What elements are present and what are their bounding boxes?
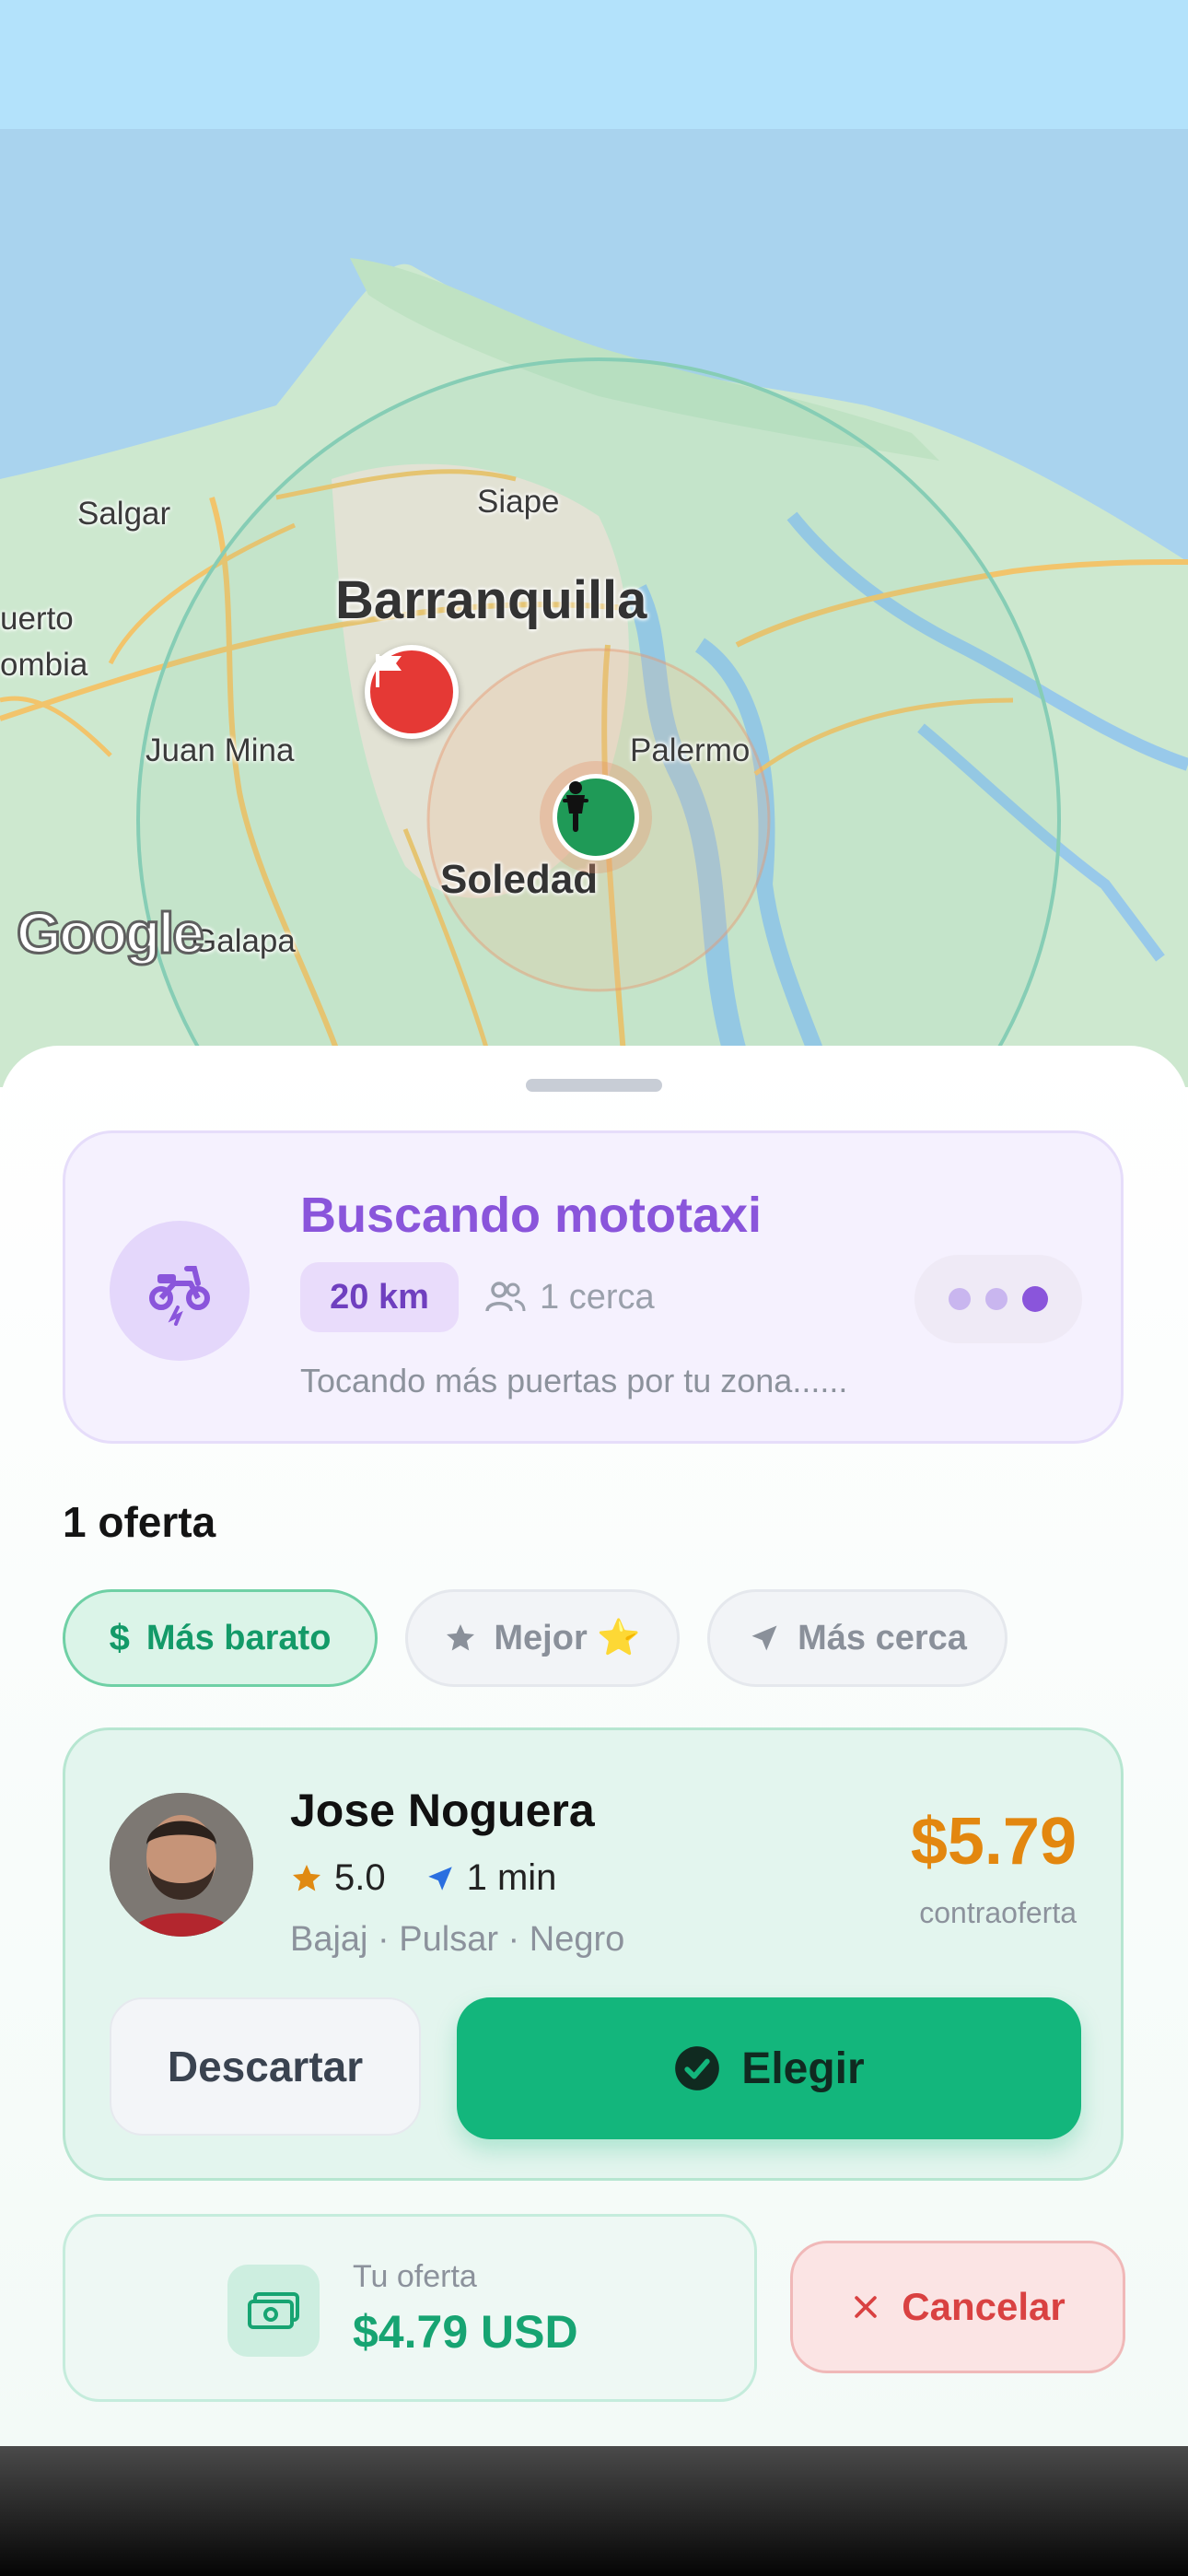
scooter-icon-circle [110,1221,250,1361]
navigation-icon [427,1866,452,1891]
filter-cheapest[interactable]: $ Más barato [63,1589,378,1687]
map-label-galapa: Galapa [192,923,296,959]
motorcycle-location-pin[interactable] [553,774,639,861]
offer-card[interactable]: Jose Noguera 5.0 1 min Bajaj · Pulsar · … [63,1727,1124,2181]
driver-avatar [110,1793,253,1937]
cancel-label: Cancelar [902,2285,1066,2328]
search-status-card: Buscando mototaxi 20 km 1 cerca Tocando … [63,1130,1124,1444]
users-icon [485,1282,526,1312]
loading-dots [914,1255,1082,1343]
navigation-icon [751,1625,777,1651]
close-icon [855,2296,878,2318]
filter-closest-label: Más cerca [798,1618,967,1657]
filter-best-label: Mejor ⭐ [494,1619,641,1657]
drag-handle[interactable] [526,1079,662,1092]
system-navigation-bar [0,2446,1188,2576]
loading-dot-active [1022,1286,1048,1312]
driver-photo [110,1793,253,1937]
my-offer-card[interactable]: Tu oferta $4.79 USD [63,2214,757,2402]
choose-button[interactable]: Elegir [457,1997,1081,2139]
loading-dot [949,1288,971,1310]
cancel-button[interactable]: Cancelar [790,2241,1125,2373]
offer-price-note: contraoferta [919,1896,1077,1929]
map-label-siape: Siape [477,484,560,520]
offers-count: 1 oferta [63,1498,216,1546]
star-icon [293,1864,320,1891]
driver-name: Jose Noguera [290,1785,595,1836]
driver-stats: 5.0 1 min [290,1857,556,1899]
loading-dot [985,1288,1007,1310]
filter-best[interactable]: Mejor ⭐ [405,1589,680,1687]
offer-price: $5.79 [910,1805,1077,1879]
discard-button[interactable]: Descartar [110,1997,421,2136]
map-label-puerto: uerto [0,601,74,637]
my-offer-label: Tu oferta [353,2259,477,2294]
motorcycle-rider-icon [563,781,588,832]
map-label-soledad: Soledad [440,857,599,902]
vehicle-info: Bajaj · Pulsar · Negro [290,1920,625,1959]
star-icon [447,1624,475,1651]
map-label-salgar: Salgar [77,496,171,532]
radius-chip: 20 km [300,1262,459,1332]
nearby-label: 1 cerca [540,1277,655,1317]
driver-eta: 1 min [466,1857,557,1898]
search-subtitle: Tocando más puertas por tu zona...... [300,1362,848,1399]
nearby-count: 1 cerca [484,1262,655,1332]
my-offer-value: $4.79 USD [353,2306,578,2358]
money-icon [248,2292,299,2329]
map-view[interactable]: Salgar Siape Barranquilla uerto ombia Ju… [0,129,1188,1087]
map-label-barranquilla: Barranquilla [335,570,647,630]
check-circle-icon [675,2046,720,2090]
money-icon-box [227,2265,320,2357]
status-bar [0,0,1188,129]
google-logo: Google [16,901,206,967]
flag-icon [376,654,402,687]
scooter-icon [149,1266,210,1326]
destination-flag-pin[interactable] [365,645,459,739]
bottom-sheet: Buscando mototaxi 20 km 1 cerca Tocando … [0,1046,1188,2446]
search-title: Buscando mototaxi [300,1188,763,1243]
map-label-palermo: Palermo [630,732,751,768]
map-label-colombia: ombia [0,647,88,683]
dollar-icon: $ [109,1617,130,1658]
map-label-juan-mina: Juan Mina [146,732,295,768]
filter-cheapest-label: Más barato [146,1618,332,1657]
filter-closest[interactable]: Más cerca [707,1589,1007,1687]
driver-rating: 5.0 [334,1857,386,1898]
choose-label: Elegir [741,2043,865,2093]
